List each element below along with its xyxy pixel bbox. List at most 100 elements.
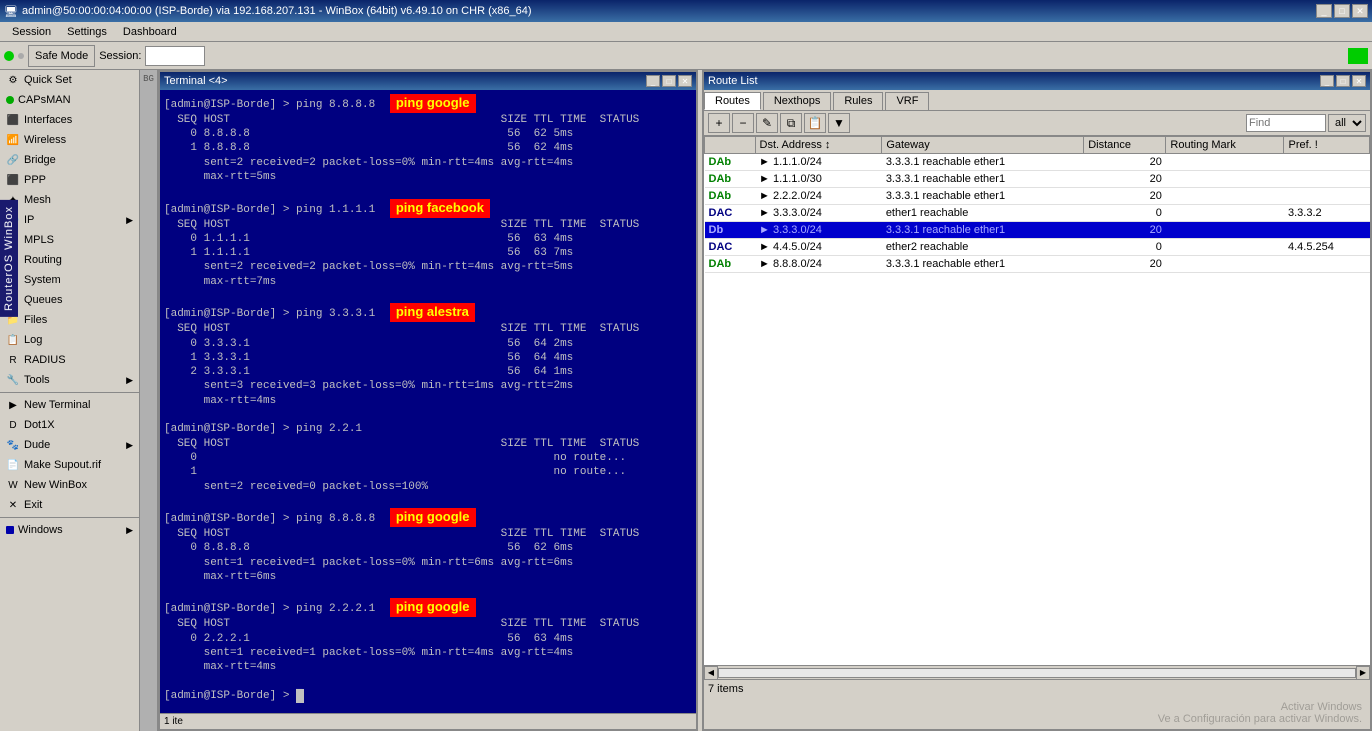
back-button[interactable] [18, 53, 24, 59]
tools-arrow: ▶ [126, 375, 133, 386]
menu-settings[interactable]: Settings [59, 24, 115, 40]
terminal-blank-2 [164, 289, 692, 303]
session-input[interactable] [145, 46, 205, 66]
capsman-icon [6, 96, 14, 104]
row-distance: 20 [1084, 222, 1166, 239]
scroll-left[interactable]: ◀ [704, 666, 718, 680]
row-flags: DAb [705, 188, 756, 205]
terminal-close[interactable]: ✕ [678, 75, 692, 87]
route-minimize[interactable]: _ [1320, 75, 1334, 87]
terminal-line-12: max-rtt=7ms [164, 275, 692, 289]
label-ping-google-2: ping google [390, 508, 476, 527]
table-row[interactable]: DAb ► 1.1.1.0/24 3.3.3.1 reachable ether… [705, 154, 1370, 171]
sidebar-item-quickset[interactable]: ⚙ Quick Set [0, 70, 139, 90]
sidebar-item-files[interactable]: 📁 Files [0, 310, 139, 330]
windows-arrow: ▶ [126, 525, 133, 536]
sidebar-item-new-terminal[interactable]: ▶ New Terminal [0, 395, 139, 415]
terminal-blank-3 [164, 408, 692, 422]
sidebar-item-wireless[interactable]: 📶 Wireless [0, 130, 139, 150]
sidebar-item-make-supout[interactable]: 📄 Make Supout.rif [0, 455, 139, 475]
tab-nexthops[interactable]: Nexthops [763, 92, 831, 110]
terminal-minimize[interactable]: _ [646, 75, 660, 87]
sidebar-item-exit[interactable]: ✕ Exit [0, 495, 139, 515]
route-maximize[interactable]: □ [1336, 75, 1350, 87]
safe-mode-button[interactable]: Safe Mode [28, 45, 95, 67]
interfaces-icon: ⬛ [6, 113, 20, 127]
sidebar-item-mesh[interactable]: ✦ Mesh [0, 190, 139, 210]
sidebar-item-interfaces[interactable]: ⬛ Interfaces [0, 110, 139, 130]
terminal-line-6: max-rtt=5ms [164, 170, 692, 184]
sidebar: ⚙ Quick Set CAPsMAN ⬛ Interfaces 📶 Wirel… [0, 70, 140, 731]
bridge-icon: 🔗 [6, 153, 20, 167]
add-button[interactable]: + [708, 113, 730, 133]
table-row[interactable]: DAb ► 2.2.2.0/24 3.3.3.1 reachable ether… [705, 188, 1370, 205]
title-bar-text: admin@50:00:00:04:00:00 (ISP-Borde) via … [22, 5, 1316, 17]
remove-button[interactable]: − [732, 113, 754, 133]
col-distance[interactable]: Distance [1084, 137, 1166, 154]
table-row[interactable]: DAb ► 1.1.1.0/30 3.3.3.1 reachable ether… [705, 171, 1370, 188]
row-pref [1284, 188, 1370, 205]
col-routing-mark[interactable]: Routing Mark [1166, 137, 1284, 154]
edit-button[interactable]: ✎ [756, 113, 778, 133]
radius-icon: R [6, 353, 20, 367]
menu-session[interactable]: Session [4, 24, 59, 40]
row-gateway: 3.3.3.1 reachable ether1 [882, 171, 1084, 188]
filter-button[interactable]: ▼ [828, 113, 850, 133]
tab-routes[interactable]: Routes [704, 92, 761, 110]
route-list-window: Route List _ □ ✕ Routes Nexthops Rules V… [702, 70, 1372, 731]
sidebar-item-capsman[interactable]: CAPsMAN [0, 90, 139, 110]
tools-icon: 🔧 [6, 373, 20, 387]
sidebar-item-radius[interactable]: R RADIUS [0, 350, 139, 370]
paste-button[interactable]: 📋 [804, 113, 826, 133]
sidebar-label-windows: Windows [18, 524, 63, 536]
sidebar-item-windows[interactable]: Windows ▶ [0, 520, 139, 540]
sidebar-item-routing[interactable]: ↗ Routing [0, 250, 139, 270]
tab-vrf[interactable]: VRF [885, 92, 929, 110]
copy-button[interactable]: ⧉ [780, 113, 802, 133]
sidebar-item-dude[interactable]: 🐾 Dude ▶ [0, 435, 139, 455]
col-dst[interactable]: Dst. Address ↕ [755, 137, 882, 154]
row-flags: DAC [705, 239, 756, 256]
row-flags: DAb [705, 171, 756, 188]
table-row[interactable]: Db ► 3.3.3.0/24 3.3.3.1 reachable ether1… [705, 222, 1370, 239]
sidebar-item-mpls[interactable]: M MPLS [0, 230, 139, 250]
scroll-track[interactable] [718, 668, 1356, 678]
scroll-right[interactable]: ▶ [1356, 666, 1370, 680]
sidebar-item-tools[interactable]: 🔧 Tools ▶ [0, 370, 139, 390]
terminal-line-9: 0 1.1.1.1 56 63 4ms [164, 232, 692, 246]
sidebar-item-new-winbox[interactable]: W New WinBox [0, 475, 139, 495]
find-select[interactable]: all [1328, 114, 1366, 132]
sidebar-item-system[interactable]: ⚙ System [0, 270, 139, 290]
table-row[interactable]: DAC ► 3.3.3.0/24 ether1 reachable 0 3.3.… [705, 205, 1370, 222]
sidebar-item-dot1x[interactable]: D Dot1X [0, 415, 139, 435]
menu-dashboard[interactable]: Dashboard [115, 24, 185, 40]
minimize-button[interactable]: _ [1316, 4, 1332, 18]
find-input[interactable] [1246, 114, 1326, 132]
sidebar-item-queues[interactable]: ≡ Queues [0, 290, 139, 310]
terminal-line-31: SEQ HOST SIZE TTL TIME STATUS [164, 617, 692, 631]
col-gateway[interactable]: Gateway [882, 137, 1084, 154]
sidebar-label-ppp: PPP [24, 174, 46, 186]
row-gateway: 3.3.3.1 reachable ether1 [882, 154, 1084, 171]
horizontal-scrollbar[interactable]: ◀ ▶ [704, 665, 1370, 679]
row-flags: DAC [705, 205, 756, 222]
ip-arrow: ▶ [126, 215, 133, 226]
tab-rules[interactable]: Rules [833, 92, 883, 110]
windows-watermark: Activar Windows Ve a Configuración para … [704, 697, 1370, 729]
sidebar-item-ip[interactable]: 🌐 IP ▶ [0, 210, 139, 230]
route-close[interactable]: ✕ [1352, 75, 1366, 87]
close-button[interactable]: ✕ [1352, 4, 1368, 18]
maximize-button[interactable]: □ [1334, 4, 1350, 18]
terminal-maximize[interactable]: □ [662, 75, 676, 87]
terminal-line-5: sent=2 received=2 packet-loss=0% min-rtt… [164, 156, 692, 170]
table-row[interactable]: DAb ► 8.8.8.0/24 3.3.3.1 reachable ether… [705, 256, 1370, 273]
table-row[interactable]: DAC ► 4.4.5.0/24 ether2 reachable 0 4.4.… [705, 239, 1370, 256]
col-pref[interactable]: Pref. ! [1284, 137, 1370, 154]
row-flags: DAb [705, 256, 756, 273]
exit-icon: ✕ [6, 498, 20, 512]
sidebar-item-bridge[interactable]: 🔗 Bridge [0, 150, 139, 170]
terminal-line-24: sent=2 received=0 packet-loss=100% [164, 480, 692, 494]
sidebar-item-ppp[interactable]: ⬛ PPP [0, 170, 139, 190]
terminal-body[interactable]: [admin@ISP-Borde] > ping 8.8.8.8 ping go… [160, 90, 696, 713]
sidebar-item-log[interactable]: 📋 Log [0, 330, 139, 350]
